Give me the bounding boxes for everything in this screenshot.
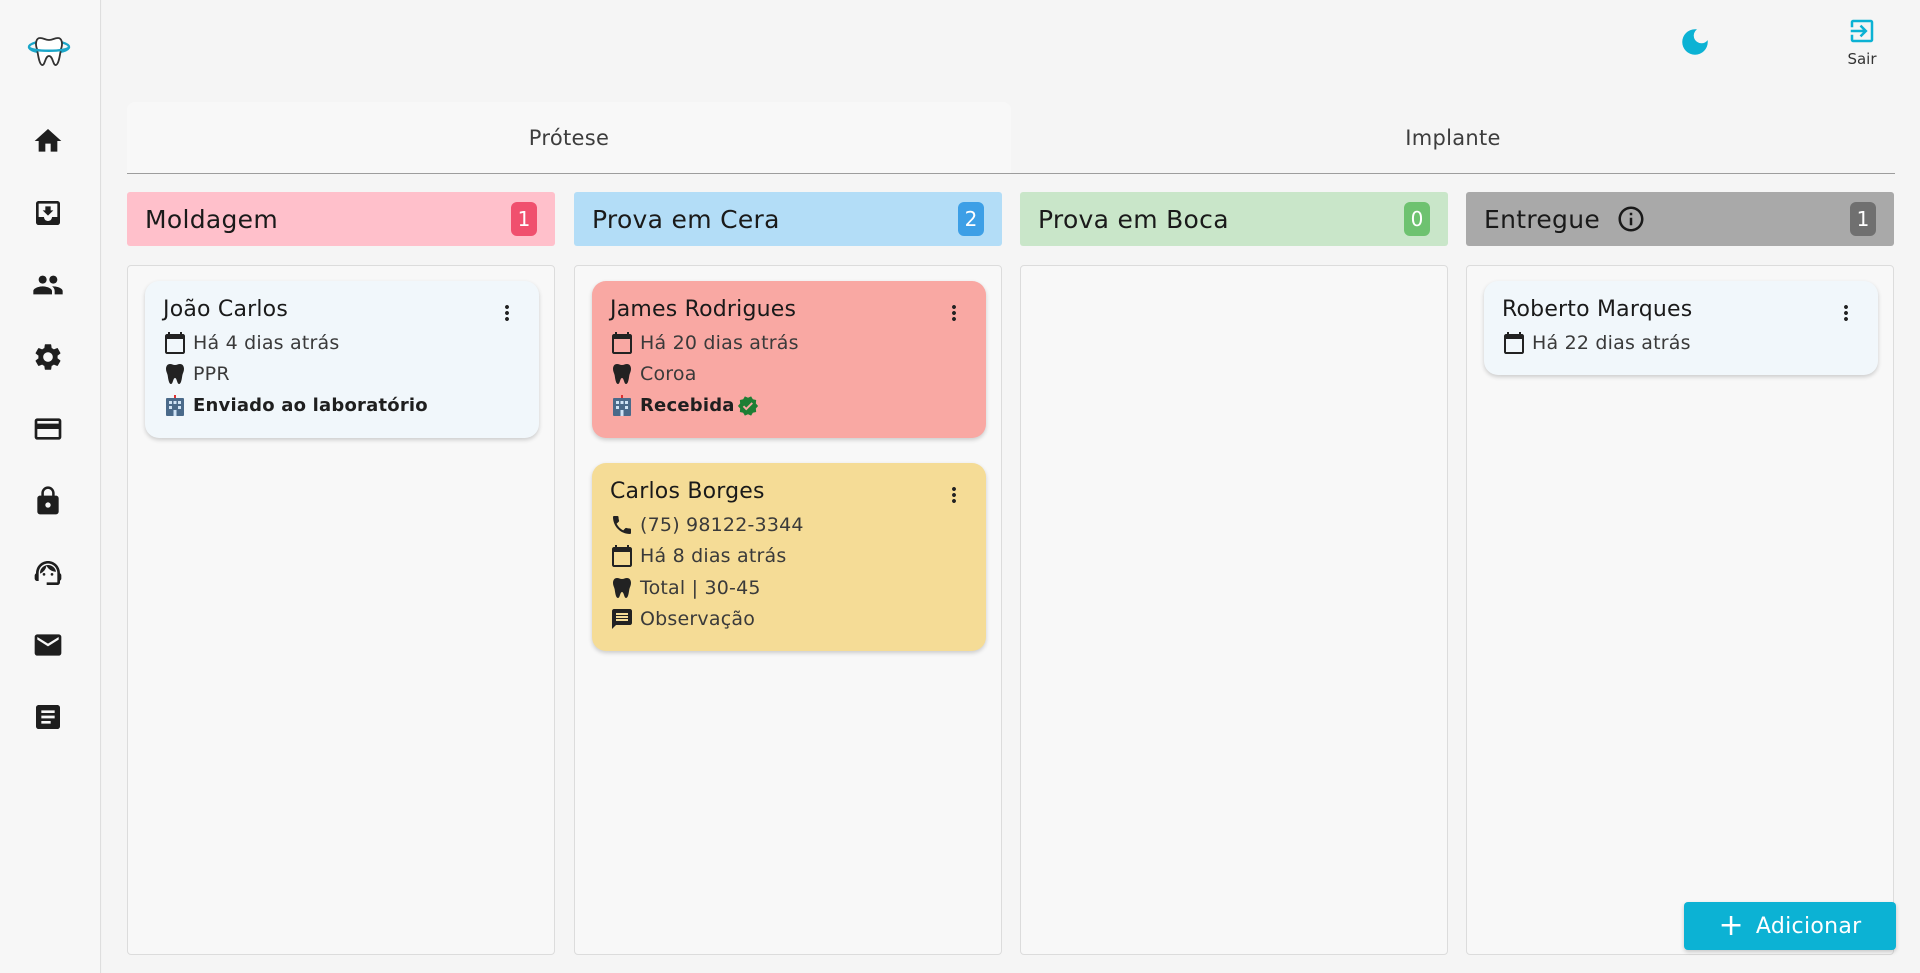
card-note: Observação [640, 608, 756, 631]
sidebar-item-settings[interactable] [26, 335, 70, 379]
column-header-entregue: Entregue 1 [1466, 192, 1894, 246]
card-lab-status: Recebida [640, 395, 735, 417]
card-phone: (75) 98122-3344 [640, 513, 804, 536]
column-count-badge: 0 [1404, 202, 1430, 236]
sidebar-item-support[interactable] [26, 551, 70, 595]
card-patient-name: Carlos Borges [610, 479, 765, 504]
lab-building-icon [166, 394, 184, 416]
card-date: Há 4 dias atrás [193, 331, 340, 354]
column-title: Prova em Cera [592, 204, 780, 234]
sidebar-item-payments[interactable] [26, 407, 70, 451]
card-patient-name: James Rodrigues [610, 297, 797, 322]
home-icon [34, 129, 62, 152]
card-patient-name: João Carlos [163, 297, 289, 322]
card-type: Total | 30-45 [640, 576, 761, 599]
more-vert-icon[interactable] [1834, 301, 1858, 325]
logout-label: Sair [1847, 50, 1877, 68]
tooth-icon [166, 364, 184, 385]
card-type: PPR [193, 363, 230, 386]
tab-implante[interactable]: Implante [1011, 102, 1895, 173]
card-patient-name: Roberto Marques [1502, 297, 1693, 322]
column-title: Entregue [1484, 204, 1601, 234]
card-type: Coroa [640, 363, 697, 386]
more-vert-icon[interactable] [942, 301, 966, 325]
column-entregue: Roberto Marques Há 22 dias atrás [1466, 265, 1894, 955]
patient-card[interactable]: Carlos Borges (75) 98122-3344 Há 8 dias … [592, 463, 986, 651]
card-type-row: Total | 30-45 [610, 572, 968, 604]
tooth-icon [613, 364, 631, 385]
phone-icon [613, 515, 631, 534]
plus-icon: + [1718, 908, 1744, 943]
archive-icon [36, 201, 60, 225]
sidebar-item-messages[interactable] [26, 623, 70, 667]
card-lab-status: Enviado ao laboratório [193, 395, 428, 417]
moon-icon [1682, 29, 1708, 55]
patient-card[interactable]: James Rodrigues Há 20 dias atrás Coroa R… [592, 281, 986, 438]
verified-check-icon [737, 396, 758, 416]
more-vert-icon[interactable] [495, 301, 519, 325]
tooth-logo-icon[interactable] [26, 30, 72, 72]
logout-button[interactable]: Sair [1836, 16, 1888, 72]
theme-toggle-button[interactable] [1675, 22, 1715, 62]
calendar-icon [165, 331, 185, 354]
tooth-icon [613, 577, 631, 598]
info-icon[interactable] [1616, 204, 1646, 234]
card-lab-row: Recebida [610, 390, 968, 422]
sidebar-item-home[interactable] [26, 119, 70, 163]
card-type-row: PPR [163, 359, 521, 391]
column-count-badge: 2 [958, 202, 984, 236]
calendar-icon [1504, 331, 1524, 354]
sidebar-item-reports[interactable] [26, 695, 70, 739]
column-header-prova-em-boca: Prova em Boca 0 [1020, 192, 1448, 246]
document-icon [36, 705, 60, 729]
card-date-row: Há 8 dias atrás [610, 541, 968, 573]
lock-icon [37, 486, 59, 515]
calendar-icon [612, 331, 632, 354]
card-date: Há 8 dias atrás [640, 545, 787, 568]
add-button[interactable]: + Adicionar [1684, 902, 1896, 950]
column-moldagem: João Carlos Há 4 dias atrás PPR Enviado … [127, 265, 555, 955]
calendar-icon [612, 545, 632, 568]
column-title: Moldagem [145, 204, 279, 234]
card-phone-row: (75) 98122-3344 [610, 509, 968, 541]
sidebar-item-archive[interactable] [26, 191, 70, 235]
card-date-row: Há 4 dias atrás [163, 327, 521, 359]
column-header-moldagem: Moldagem 1 [127, 192, 555, 246]
sidebar-item-patients[interactable] [26, 263, 70, 307]
column-prova-em-boca [1020, 265, 1448, 955]
column-title: Prova em Boca [1038, 204, 1229, 234]
comment-icon [612, 609, 632, 630]
credit-card-icon [34, 418, 62, 440]
tab-bar: Prótese Implante [127, 102, 1895, 174]
card-date-row: Há 22 dias atrás [1502, 327, 1860, 359]
patient-card[interactable]: Roberto Marques Há 22 dias atrás [1484, 281, 1878, 375]
people-icon [33, 275, 63, 295]
card-type-row: Coroa [610, 359, 968, 391]
column-prova-em-cera: James Rodrigues Há 20 dias atrás Coroa R… [574, 265, 1002, 955]
card-date: Há 20 dias atrás [640, 331, 799, 354]
more-vert-icon[interactable] [942, 483, 966, 507]
add-button-label: Adicionar [1755, 913, 1862, 939]
column-header-prova-em-cera: Prova em Cera 2 [574, 192, 1002, 246]
gear-icon [35, 344, 61, 370]
card-date-row: Há 20 dias atrás [610, 327, 968, 359]
card-note-row: Observação [610, 604, 968, 636]
headset-icon [34, 561, 62, 585]
logout-icon [1850, 19, 1874, 43]
card-date: Há 22 dias atrás [1532, 331, 1691, 354]
mail-icon [34, 634, 62, 656]
column-count-badge: 1 [511, 202, 537, 236]
card-lab-row: Enviado ao laboratório [163, 390, 521, 422]
lab-building-icon [613, 394, 631, 416]
sidebar-item-security[interactable] [26, 479, 70, 523]
sidebar [0, 0, 101, 973]
patient-card[interactable]: João Carlos Há 4 dias atrás PPR Enviado … [145, 281, 539, 438]
tab-protese[interactable]: Prótese [127, 102, 1011, 173]
column-count-badge: 1 [1850, 202, 1876, 236]
